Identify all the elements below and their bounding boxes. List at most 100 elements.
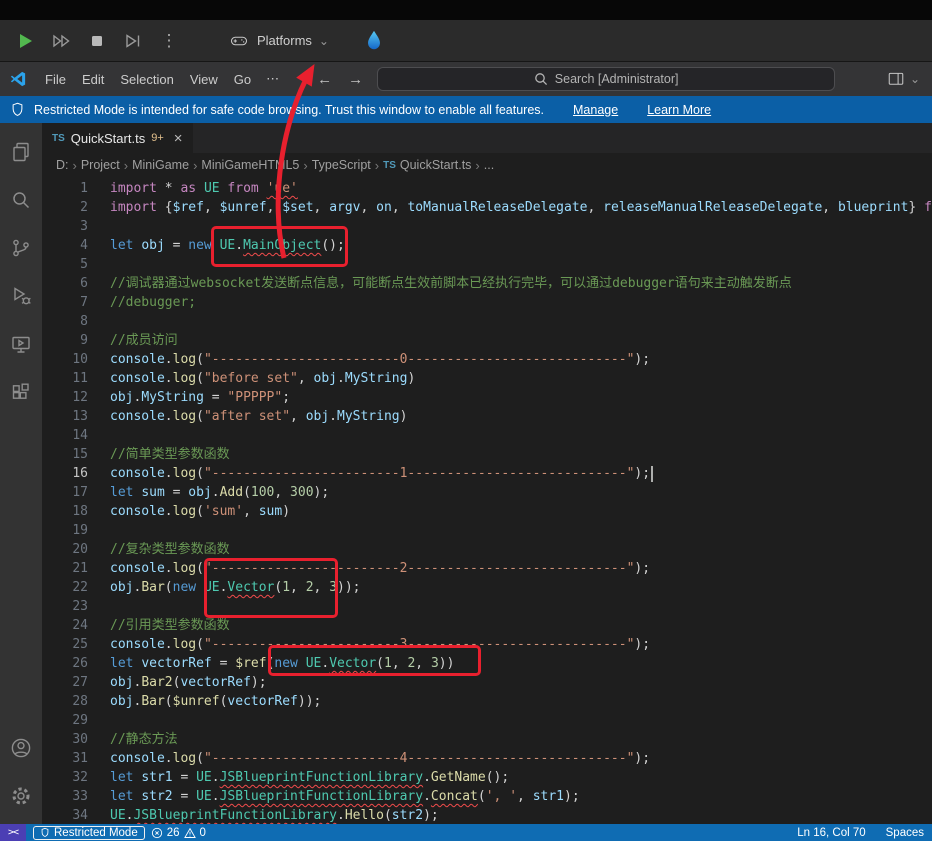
line-number[interactable]: 21	[42, 559, 88, 578]
code-line[interactable]: 13console.log("after set", obj.MyString)	[42, 407, 932, 426]
line-number[interactable]: 23	[42, 597, 88, 616]
code-line[interactable]: 8	[42, 312, 932, 331]
code-line[interactable]: 4let obj = new UE.MainObject();	[42, 236, 932, 255]
code-line[interactable]: 14	[42, 426, 932, 445]
code-line[interactable]: 34UE.JSBlueprintFunctionLibrary.Hello(st…	[42, 806, 932, 824]
layout-icon[interactable]	[887, 70, 905, 88]
extensions-button[interactable]	[0, 368, 42, 416]
line-number[interactable]: 30	[42, 730, 88, 749]
line-number[interactable]: 2	[42, 198, 88, 217]
restricted-mode-badge[interactable]: Restricted Mode	[33, 826, 145, 840]
line-number[interactable]: 6	[42, 274, 88, 293]
line-number[interactable]: 29	[42, 711, 88, 730]
code-line[interactable]: 28obj.Bar($unref(vectorRef));	[42, 692, 932, 711]
line-number[interactable]: 9	[42, 331, 88, 350]
line-number[interactable]: 12	[42, 388, 88, 407]
code-line[interactable]: 20//复杂类型参数函数	[42, 540, 932, 559]
accounts-button[interactable]	[0, 724, 42, 772]
menu-file[interactable]: File	[37, 68, 74, 91]
line-number[interactable]: 28	[42, 692, 88, 711]
code-line[interactable]: 9//成员访问	[42, 331, 932, 350]
code-line[interactable]: 10console.log("------------------------0…	[42, 350, 932, 369]
breadcrumb-item[interactable]: TypeScript	[312, 158, 371, 172]
step-button[interactable]	[48, 28, 74, 54]
menu-selection[interactable]: Selection	[112, 68, 181, 91]
code-line[interactable]: 24//引用类型参数函数	[42, 616, 932, 635]
command-center-search[interactable]: Search [Administrator]	[377, 67, 835, 91]
indentation-status[interactable]: Spaces	[880, 827, 930, 839]
line-number[interactable]: 5	[42, 255, 88, 274]
line-number[interactable]: 10	[42, 350, 88, 369]
code-line[interactable]: 29	[42, 711, 932, 730]
line-number[interactable]: 27	[42, 673, 88, 692]
line-number[interactable]: 15	[42, 445, 88, 464]
stop-button[interactable]	[84, 28, 110, 54]
run-debug-button[interactable]	[0, 272, 42, 320]
line-number[interactable]: 11	[42, 369, 88, 388]
line-number[interactable]: 31	[42, 749, 88, 768]
cursor-position[interactable]: Ln 16, Col 70	[791, 827, 871, 839]
code-editor[interactable]: 1import * as UE from 'ue'2import {$ref, …	[42, 177, 932, 824]
remote-indicator[interactable]: ><	[0, 824, 26, 841]
line-number[interactable]: 34	[42, 806, 88, 824]
line-number[interactable]: 4	[42, 236, 88, 255]
code-line[interactable]: 25console.log("------------------------3…	[42, 635, 932, 654]
problems-status[interactable]: 26 0	[145, 824, 212, 841]
code-line[interactable]: 21console.log("------------------------2…	[42, 559, 932, 578]
line-number[interactable]: 20	[42, 540, 88, 559]
code-line[interactable]: 1import * as UE from 'ue'	[42, 179, 932, 198]
line-number[interactable]: 33	[42, 787, 88, 806]
line-number[interactable]: 25	[42, 635, 88, 654]
code-line[interactable]: 26let vectorRef = $ref(new UE.Vector(1, …	[42, 654, 932, 673]
manage-link[interactable]: Manage	[573, 103, 618, 117]
explorer-button[interactable]	[0, 128, 42, 176]
play-button[interactable]	[12, 28, 38, 54]
code-line[interactable]: 11console.log("before set", obj.MyString…	[42, 369, 932, 388]
line-number[interactable]: 19	[42, 521, 88, 540]
code-line[interactable]: 22obj.Bar(new UE.Vector(1, 2, 3));	[42, 578, 932, 597]
breadcrumb-item[interactable]: ...	[484, 158, 494, 172]
code-line[interactable]: 16console.log("------------------------1…	[42, 464, 932, 483]
forward-button[interactable]: →	[348, 71, 363, 88]
menu-view[interactable]: View	[182, 68, 226, 91]
code-line[interactable]: 2import {$ref, $unref, $set, argv, on, t…	[42, 198, 932, 217]
breadcrumb-item[interactable]: Project	[81, 158, 120, 172]
toolbar-kebab-button[interactable]: ⋮	[156, 28, 182, 54]
breadcrumb-item[interactable]: MiniGameHTML5	[201, 158, 299, 172]
settings-button[interactable]	[0, 772, 42, 820]
platforms-dropdown[interactable]: Platforms ⌄	[222, 28, 335, 54]
back-button[interactable]: ←	[317, 71, 332, 88]
line-number[interactable]: 32	[42, 768, 88, 787]
code-line[interactable]: 19	[42, 521, 932, 540]
menu-edit[interactable]: Edit	[74, 68, 112, 91]
code-line[interactable]: 12obj.MyString = "PPPPP";	[42, 388, 932, 407]
line-number[interactable]: 26	[42, 654, 88, 673]
code-line[interactable]: 32let str1 = UE.JSBlueprintFunctionLibra…	[42, 768, 932, 787]
layout-chevron-down-icon[interactable]: ⌄	[910, 72, 920, 86]
code-line[interactable]: 30//静态方法	[42, 730, 932, 749]
line-number[interactable]: 22	[42, 578, 88, 597]
line-number[interactable]: 1	[42, 179, 88, 198]
close-icon[interactable]: ×	[174, 130, 183, 147]
run-to-cursor-button[interactable]	[120, 28, 146, 54]
code-line[interactable]: 7//debugger;	[42, 293, 932, 312]
source-control-button[interactable]	[0, 224, 42, 272]
line-number[interactable]: 13	[42, 407, 88, 426]
code-line[interactable]: 15//简单类型参数函数	[42, 445, 932, 464]
code-line[interactable]: 18console.log('sum', sum)	[42, 502, 932, 521]
breadcrumb-item[interactable]: MiniGame	[132, 158, 189, 172]
line-number[interactable]: 7	[42, 293, 88, 312]
engine-button[interactable]	[359, 26, 389, 56]
menu-go[interactable]: Go	[226, 68, 259, 91]
learn-more-link[interactable]: Learn More	[647, 103, 711, 117]
code-line[interactable]: 23	[42, 597, 932, 616]
line-number[interactable]: 16	[42, 464, 88, 483]
tab-quickstart[interactable]: TS QuickStart.ts 9+ ×	[42, 123, 194, 153]
line-number[interactable]: 8	[42, 312, 88, 331]
breadcrumb-item[interactable]: TSQuickStart.ts	[383, 158, 471, 172]
code-line[interactable]: 31console.log("------------------------4…	[42, 749, 932, 768]
code-line[interactable]: 6//调试器通过websocket发送断点信息，可能断点生效前脚本已经执行完毕，…	[42, 274, 932, 293]
code-line[interactable]: 27obj.Bar2(vectorRef);	[42, 673, 932, 692]
line-number[interactable]: 18	[42, 502, 88, 521]
line-number[interactable]: 14	[42, 426, 88, 445]
